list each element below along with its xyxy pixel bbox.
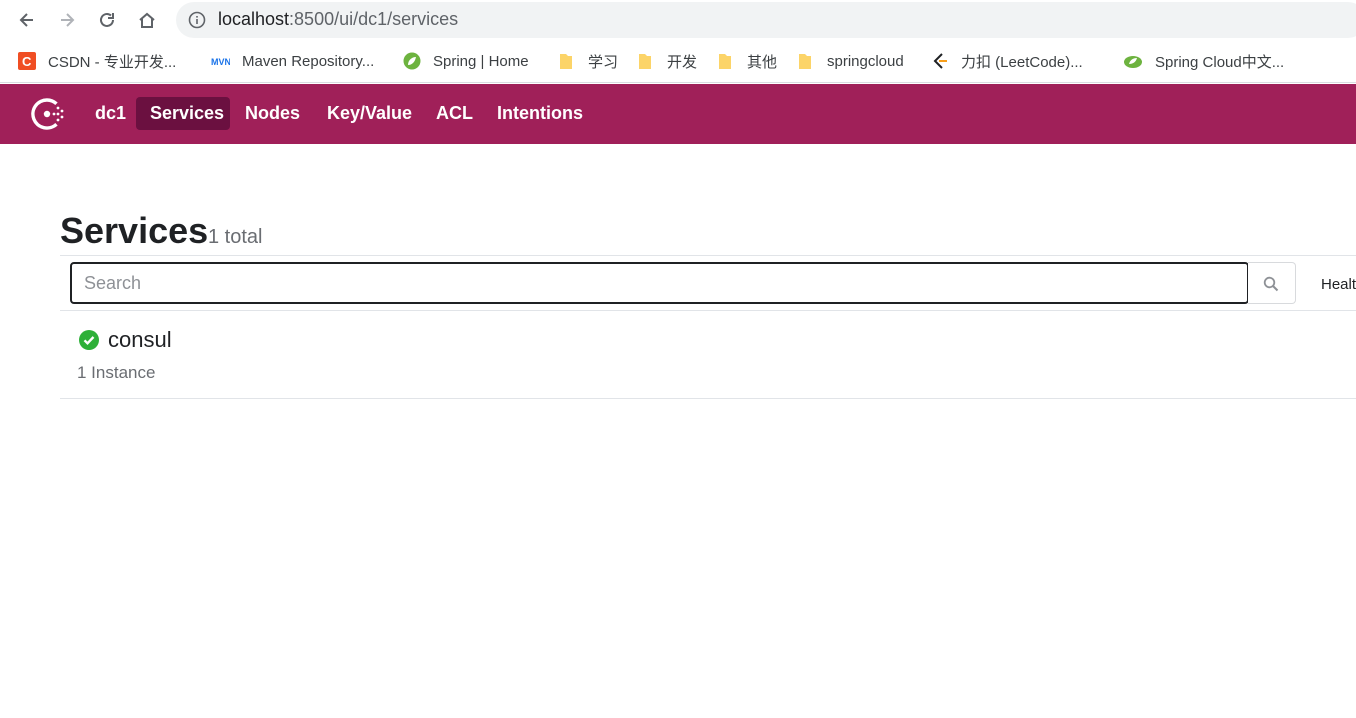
bookmark-label: Maven Repository... <box>242 52 375 70</box>
spring-leaf-icon <box>403 52 421 70</box>
bookmark-folder-kaifa[interactable]: 开发 <box>637 50 697 72</box>
nav-services[interactable]: Services <box>136 97 230 130</box>
folder-icon <box>719 54 731 69</box>
divider <box>60 398 1356 399</box>
divider <box>60 310 1356 311</box>
bookmark-label: springcloud <box>827 52 904 70</box>
address-bar[interactable]: localhost:8500/ui/dc1/services <box>176 2 1356 38</box>
bookmark-leetcode[interactable]: 力扣 (LeetCode)... <box>931 50 1083 72</box>
bookmark-label: Spring | Home <box>433 52 529 70</box>
url-text[interactable]: localhost:8500/ui/dc1/services <box>218 9 458 30</box>
nav-key-value[interactable]: Key/Value <box>313 97 426 130</box>
bookmark-spring[interactable]: Spring | Home <box>403 50 529 72</box>
bookmark-spring-cloud[interactable]: Spring Cloud中文... <box>1123 50 1284 72</box>
mvn-icon: MVN <box>211 55 230 67</box>
total-count: 1 total <box>208 226 263 248</box>
bookmark-label: Spring Cloud中文... <box>1155 53 1285 71</box>
folder-icon <box>639 54 651 69</box>
back-arrow-icon[interactable] <box>15 8 39 32</box>
page-title: Services <box>60 210 209 251</box>
url-host: localhost <box>218 9 290 29</box>
bookmark-label: CSDN - 专业开发... <box>48 53 177 71</box>
leetcode-icon <box>933 53 947 69</box>
info-icon[interactable] <box>188 11 206 29</box>
datacenter-selector[interactable]: dc1 <box>81 97 140 130</box>
search-input[interactable] <box>70 262 1249 304</box>
bookmark-label: 力扣 (LeetCode)... <box>961 53 1083 71</box>
forward-arrow-icon[interactable] <box>55 8 79 32</box>
bookmark-maven[interactable]: MVN Maven Repository... <box>210 50 374 72</box>
bookmark-label: 开发 <box>667 53 698 71</box>
nav-intentions[interactable]: Intentions <box>483 97 597 130</box>
service-name[interactable]: consul <box>108 327 172 353</box>
consul-logo-icon[interactable] <box>28 96 66 132</box>
bookmark-label: 其他 <box>747 53 778 71</box>
folder-icon <box>560 54 572 69</box>
consul-header: dc1 Services Nodes Key/Value ACL Intenti… <box>0 84 1356 144</box>
health-filter[interactable]: Healt <box>1321 276 1356 293</box>
bookmark-folder-qita[interactable]: 其他 <box>717 50 777 72</box>
url-path: :8500/ui/dc1/services <box>289 9 459 29</box>
instance-count: 1 Instance <box>77 363 156 382</box>
reload-icon[interactable] <box>95 8 119 32</box>
svg-text:C: C <box>22 54 32 69</box>
svg-text:MVN: MVN <box>211 57 230 67</box>
bookmark-folder-springcloud[interactable]: springcloud <box>797 50 904 72</box>
search-icon <box>1263 276 1279 292</box>
browser-toolbar: localhost:8500/ui/dc1/services <box>0 0 1356 40</box>
nav-nodes[interactable]: Nodes <box>231 97 314 130</box>
spring-cloud-icon <box>1124 56 1142 68</box>
service-row[interactable]: consul 1 Instance <box>60 312 1356 398</box>
bookmarks-bar: C CSDN - 专业开发... MVN Maven Repository...… <box>0 40 1356 83</box>
divider <box>60 255 1356 256</box>
bookmark-csdn[interactable]: C CSDN - 专业开发... <box>18 50 176 72</box>
csdn-icon: C <box>18 52 36 70</box>
check-circle-icon <box>79 330 99 350</box>
bookmark-label: 学习 <box>588 53 619 71</box>
folder-icon <box>799 54 811 69</box>
bookmark-folder-xuexi[interactable]: 学习 <box>558 50 618 72</box>
search-button[interactable] <box>1248 262 1296 304</box>
nav-acl[interactable]: ACL <box>422 97 487 130</box>
home-icon[interactable] <box>135 8 159 32</box>
